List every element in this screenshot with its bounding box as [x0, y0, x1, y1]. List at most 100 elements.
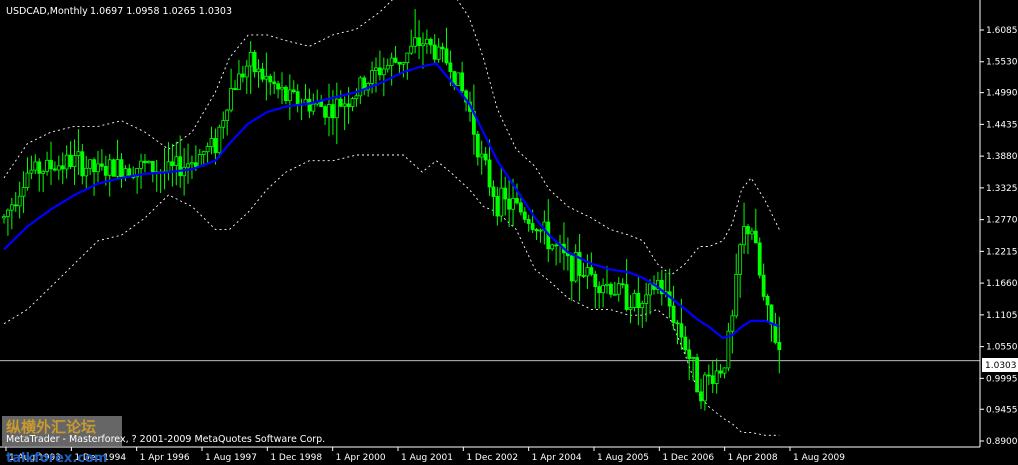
candle-body	[475, 133, 480, 158]
price-tick-label: 1.4435	[986, 120, 1018, 130]
time-tick-label: 1 Apr 2004	[532, 453, 582, 463]
candle-body	[45, 159, 49, 172]
candle-body	[358, 77, 363, 97]
candle-body	[209, 138, 214, 147]
candle-body	[409, 45, 414, 54]
candle-body	[268, 75, 273, 83]
candle-body	[714, 370, 719, 384]
candle-body	[29, 169, 34, 174]
chart-background	[0, 0, 1018, 465]
candle-body	[479, 153, 484, 158]
current-price-label: 1.0303	[985, 361, 1017, 371]
candle-body	[769, 304, 774, 325]
candle-body	[25, 172, 30, 188]
candle-body	[178, 156, 183, 177]
candle-body	[60, 165, 65, 170]
price-tick-label: 1.3325	[986, 184, 1018, 194]
candle-body	[291, 89, 296, 93]
candle-body	[753, 230, 758, 244]
candle-body	[691, 357, 696, 359]
candle-body	[237, 73, 241, 91]
candle-body	[252, 51, 257, 73]
candle-body	[389, 57, 394, 66]
candle-body	[205, 146, 210, 153]
candle-body	[319, 101, 324, 107]
candle-body	[640, 303, 645, 309]
candle-body	[483, 153, 488, 161]
price-tick-label: 1.1660	[986, 279, 1018, 289]
candle-body	[503, 187, 508, 200]
candle-body	[123, 168, 128, 178]
candle-body	[624, 284, 629, 310]
candle-body	[107, 159, 112, 176]
candle-body	[734, 273, 739, 317]
candle-body	[186, 163, 190, 168]
candle-body	[280, 86, 284, 90]
price-tick-label: 1.0550	[986, 343, 1018, 353]
candle-body	[115, 159, 120, 177]
candle-body	[397, 61, 402, 65]
candle-body	[84, 167, 89, 177]
candle-body	[323, 106, 327, 118]
candle-body	[272, 81, 277, 85]
candle-body	[76, 151, 81, 157]
candle-body	[374, 67, 378, 71]
candle-body	[311, 103, 316, 112]
candle-body	[139, 160, 143, 169]
candle-body	[636, 292, 641, 309]
copyright-text: MetaTrader - Masterforex, ? 2001-2009 Me…	[6, 434, 325, 445]
candle-body	[749, 230, 754, 235]
time-tick-label: 1 Aug 2005	[597, 453, 649, 463]
candle-body	[385, 65, 390, 70]
candle-body	[80, 151, 85, 177]
candle-body	[460, 72, 465, 92]
candle-body	[491, 186, 496, 197]
watermark-site: talkforex.com	[6, 451, 107, 465]
candle-body	[103, 165, 108, 176]
candle-body	[601, 284, 605, 294]
candle-body	[88, 159, 93, 169]
candle-body	[569, 255, 574, 282]
price-tick-label: 0.8900	[986, 437, 1018, 447]
candle-body	[96, 163, 100, 173]
candle-body	[671, 305, 676, 324]
chart-window[interactable]: 1.6085 1.5530 1.4990 1.4435 1.3880 1.3325 1.27…	[0, 0, 1018, 465]
candle-body	[511, 198, 515, 210]
candle-body	[530, 223, 535, 230]
candle-body	[264, 75, 269, 80]
candle-body	[499, 187, 504, 217]
candle-body	[68, 154, 73, 168]
price-tick-label: 1.3880	[986, 152, 1018, 162]
candle-body	[393, 57, 398, 63]
candle-body	[417, 37, 421, 47]
price-tick-label: 1.4990	[986, 89, 1018, 99]
candle-body	[150, 161, 155, 173]
candle-body	[440, 46, 445, 50]
candle-body	[287, 89, 292, 102]
symbol-label: USDCAD,Monthly	[6, 6, 88, 17]
time-tick-label: 1 Dec 2002	[466, 453, 518, 463]
candle-body	[92, 159, 96, 173]
candle-body	[612, 293, 617, 296]
candle-body	[644, 294, 649, 304]
candle-body	[761, 274, 766, 297]
candle-body	[174, 156, 179, 167]
time-tick-label: 1 Aug 2001	[401, 453, 453, 463]
candle-body	[777, 341, 782, 351]
chart-canvas[interactable]: 1.6085 1.5530 1.4990 1.4435 1.3880 1.3325 1.27…	[0, 0, 1018, 465]
candle-body	[620, 283, 625, 286]
candle-body	[746, 226, 750, 235]
candle-body	[593, 273, 598, 288]
candle-body	[436, 46, 441, 60]
candle-body	[507, 198, 512, 210]
candle-body	[53, 168, 57, 171]
candle-body	[213, 138, 218, 154]
candle-body	[444, 48, 449, 64]
candle-body	[632, 292, 637, 308]
price-tick-label: 1.5530	[986, 58, 1018, 68]
price-tick-label: 0.9995	[986, 374, 1018, 384]
candle-body	[597, 286, 602, 294]
candle-body	[687, 349, 692, 359]
candle-body	[217, 126, 222, 154]
candle-body	[166, 161, 171, 172]
